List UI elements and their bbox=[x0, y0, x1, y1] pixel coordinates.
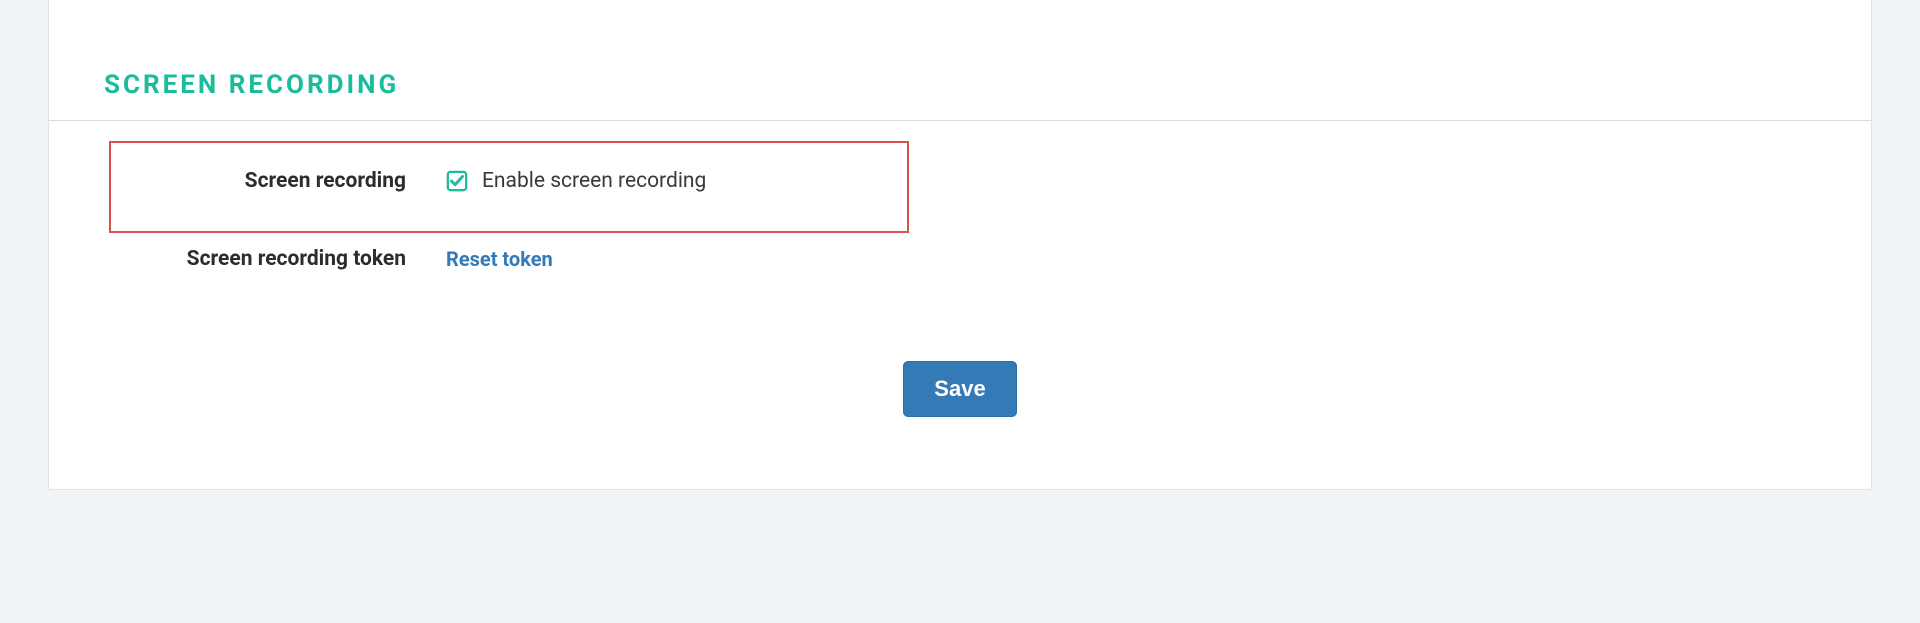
settings-panel: SCREEN RECORDING Screen recording Enable… bbox=[48, 0, 1872, 490]
screen-recording-token-label: Screen recording token bbox=[109, 247, 446, 271]
checkbox-checked-icon bbox=[446, 170, 468, 192]
save-button[interactable]: Save bbox=[903, 361, 1016, 417]
section-title: SCREEN RECORDING bbox=[49, 0, 1871, 120]
screen-recording-row: Screen recording Enable screen recording bbox=[109, 141, 909, 233]
save-row: Save bbox=[109, 361, 1811, 417]
enable-screen-recording-label: Enable screen recording bbox=[482, 169, 706, 193]
screen-recording-token-row: Screen recording token Reset token bbox=[109, 233, 909, 271]
reset-token-link[interactable]: Reset token bbox=[446, 247, 553, 271]
form-area: Screen recording Enable screen recording… bbox=[49, 141, 1871, 417]
section-divider bbox=[49, 120, 1871, 121]
screen-recording-label: Screen recording bbox=[111, 169, 446, 193]
enable-screen-recording-control[interactable]: Enable screen recording bbox=[446, 169, 706, 193]
